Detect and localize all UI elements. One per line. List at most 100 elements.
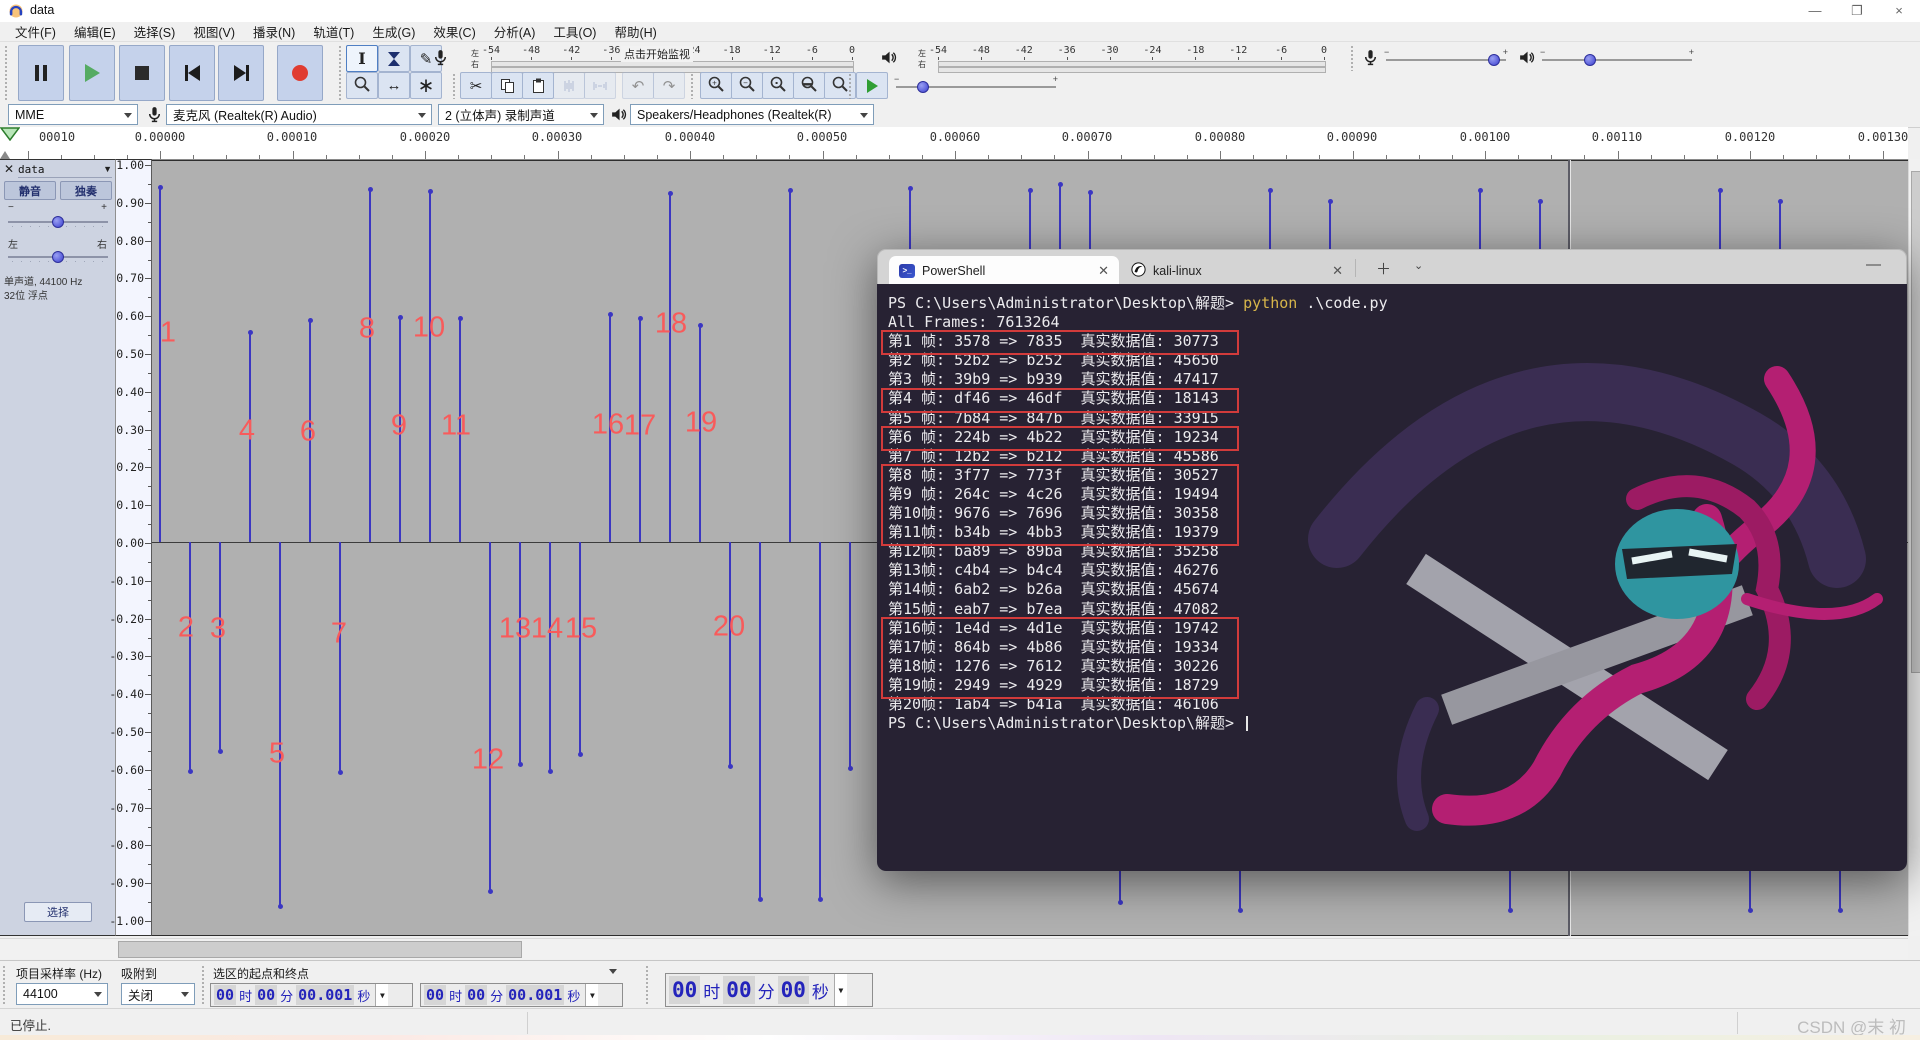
- spinner-icon[interactable]: ▼: [375, 984, 389, 1006]
- play-icon: [84, 64, 100, 82]
- maximize-button[interactable]: ❐: [1836, 0, 1878, 22]
- cut-button[interactable]: ✂: [460, 72, 492, 99]
- menu-item[interactable]: 视图(V): [184, 22, 244, 41]
- skip-to-start-button[interactable]: [169, 45, 215, 101]
- envelope-tool-button[interactable]: [378, 45, 410, 72]
- record-button[interactable]: [277, 45, 323, 101]
- playback-meter[interactable]: 左右 -54 -48 -42 -36 -30 -24 -18 -12 -6 0: [902, 45, 1342, 73]
- play-at-speed-button[interactable]: [856, 72, 888, 99]
- vertical-scrollbar-thumb[interactable]: [1911, 171, 1920, 673]
- multi-tool-button[interactable]: ∗: [410, 72, 442, 99]
- menu-item[interactable]: 工具(O): [544, 22, 605, 41]
- terminal-minimize-button[interactable]: —: [1866, 256, 1881, 273]
- slider-thumb[interactable]: [52, 251, 64, 263]
- paste-button[interactable]: [522, 72, 554, 99]
- fit-selection-button[interactable]: ▪: [762, 72, 794, 99]
- undo-button[interactable]: ↶: [622, 72, 654, 99]
- recording-meter[interactable]: 左右-54-48-42-36-30-24-18-12-60点击开始监视: [455, 45, 870, 73]
- terminal-line: All Frames: 7613264: [888, 313, 1060, 332]
- menu-item[interactable]: 分析(A): [485, 22, 545, 41]
- selection-tool-button[interactable]: I: [346, 45, 378, 72]
- spinner-icon[interactable]: ▼: [833, 974, 847, 1006]
- tab-dropdown-icon[interactable]: ⌄: [1414, 259, 1423, 272]
- menu-item[interactable]: 文件(F): [6, 22, 65, 41]
- record-volume-slider[interactable]: − +: [1384, 47, 1508, 67]
- selection-range-type-dropdown[interactable]: 选区的起点和终点: [213, 965, 619, 981]
- timeline-label: 0.00000: [134, 130, 186, 144]
- playback-meter-speaker-icon[interactable]: [880, 49, 897, 71]
- project-rate-select[interactable]: 44100: [16, 983, 108, 1005]
- stop-button[interactable]: [119, 45, 165, 101]
- selection-end-field[interactable]: 00 时 00 分 00.001 秒 ▼: [420, 983, 623, 1007]
- tab-powershell[interactable]: >_ PowerShell ✕: [889, 256, 1119, 285]
- tab-close-icon[interactable]: ✕: [1098, 263, 1109, 279]
- terminal-content[interactable]: PS C:\Users\Administrator\Desktop\解题> py…: [877, 284, 1907, 871]
- fit-project-button[interactable]: ▬: [793, 72, 825, 99]
- vertical-scale-ruler[interactable]: 1.00 0.90 0.80 0.70 0.60 0.50 0.40 0.30 0.20 0.10…: [109, 158, 152, 936]
- menu-item[interactable]: 选择(S): [125, 22, 185, 41]
- toolbar-grip[interactable]: [645, 965, 649, 1005]
- toolbar-grip[interactable]: [4, 45, 8, 101]
- pause-button[interactable]: [18, 45, 64, 101]
- track-name-menu[interactable]: data ▼: [18, 161, 112, 178]
- minimize-button[interactable]: —: [1794, 0, 1836, 22]
- redo-button[interactable]: ↷: [653, 72, 685, 99]
- timeline-ruler[interactable]: 00010 0.00000 0.00010 0.00020 0.00030 0.00040…: [0, 127, 1908, 160]
- toolbar-grip[interactable]: [452, 73, 456, 99]
- snap-to-select[interactable]: 关闭: [121, 983, 195, 1005]
- playback-volume-slider[interactable]: − +: [1540, 47, 1694, 67]
- input-device-select[interactable]: 麦克风 (Realtek(R) Audio): [166, 104, 432, 125]
- silence-audio-button[interactable]: [584, 72, 616, 99]
- zoom-in-icon: +: [707, 75, 725, 97]
- horizontal-scrollbar[interactable]: [0, 938, 1908, 959]
- tab-close-icon[interactable]: ✕: [1332, 263, 1343, 279]
- play-button[interactable]: [69, 45, 115, 101]
- input-device-mic-icon: [146, 106, 163, 128]
- skip-to-end-button[interactable]: [218, 45, 264, 101]
- menu-item[interactable]: 帮助(H): [605, 22, 665, 41]
- zoom-out-button[interactable]: −: [731, 72, 763, 99]
- track-close-icon[interactable]: ✕: [4, 162, 14, 176]
- ruler-label: 0.10: [116, 498, 144, 513]
- mute-button[interactable]: 静音: [4, 181, 56, 200]
- toolbar-grip[interactable]: [848, 73, 852, 99]
- selection-start-field[interactable]: 00 时 00 分 00.001 秒 ▼: [210, 983, 413, 1007]
- new-tab-button[interactable]: ＋: [1376, 258, 1391, 279]
- menu-item[interactable]: 编辑(E): [65, 22, 125, 41]
- record-meter-mic-icon[interactable]: [432, 49, 449, 71]
- gain-slider[interactable]: [8, 214, 108, 230]
- copy-button[interactable]: [491, 72, 523, 99]
- tab-title: kali-linux: [1153, 263, 1202, 278]
- trim-audio-button[interactable]: [553, 72, 585, 99]
- solo-button[interactable]: 独奏: [60, 181, 112, 200]
- meter-monitor-overlay[interactable]: 点击开始监视: [621, 46, 693, 62]
- toolbar-grip[interactable]: [690, 73, 694, 99]
- meter-tick-label: -48: [971, 45, 990, 56]
- menu-item[interactable]: 轨道(T): [304, 22, 363, 41]
- menu-item[interactable]: 生成(G): [363, 22, 424, 41]
- slider-thumb[interactable]: [52, 216, 64, 228]
- toolbar-grip[interactable]: [2, 965, 6, 1005]
- pan-slider[interactable]: [8, 249, 108, 265]
- slider-thumb[interactable]: [1488, 54, 1500, 66]
- spinner-icon[interactable]: ▼: [585, 984, 599, 1006]
- vertical-scrollbar[interactable]: [1908, 159, 1920, 936]
- close-button[interactable]: ×: [1878, 0, 1920, 22]
- timeshift-tool-button[interactable]: ↔: [378, 72, 410, 99]
- input-channels-select[interactable]: 2 (立体声) 录制声道: [438, 104, 604, 125]
- toolbar-grip[interactable]: [201, 965, 205, 1005]
- output-device-select[interactable]: Speakers/Headphones (Realtek(R): [630, 104, 874, 125]
- menu-item[interactable]: 播录(N): [244, 22, 304, 41]
- audio-host-select[interactable]: MME: [8, 104, 138, 125]
- tab-kali-linux[interactable]: kali-linux ✕: [1121, 256, 1353, 285]
- track-select-button[interactable]: 选择: [24, 902, 92, 922]
- audio-position-field[interactable]: 00 时 00 分 00 秒 ▼: [665, 973, 873, 1007]
- toolbar-grip[interactable]: [338, 45, 342, 101]
- slider-thumb[interactable]: [1584, 54, 1596, 66]
- zoom-tool-button[interactable]: [346, 72, 378, 99]
- menu-item[interactable]: 效果(C): [424, 22, 484, 41]
- horizontal-scrollbar-thumb[interactable]: [118, 941, 522, 958]
- play-speed-slider[interactable]: − +: [894, 74, 1058, 94]
- toolbar-grip[interactable]: [1350, 45, 1354, 71]
- zoom-in-button[interactable]: +: [700, 72, 732, 99]
